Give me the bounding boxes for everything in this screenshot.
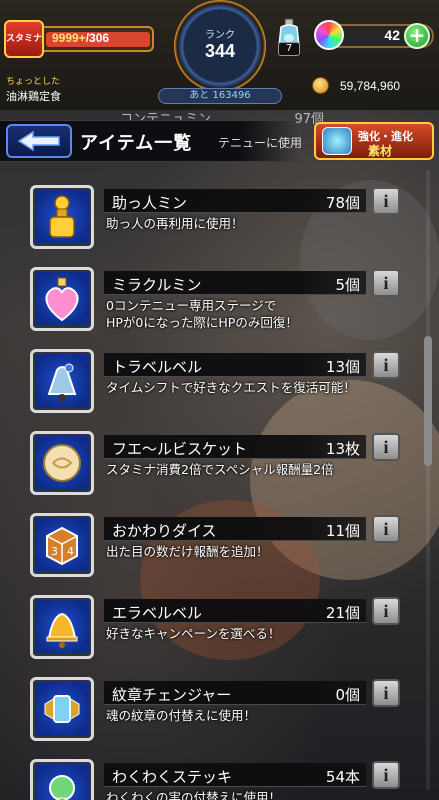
item-name: エラベルベル [112, 604, 203, 622]
list-item[interactable]: 紋章チェンジャー 0個 i 魂の紋章の付替えに使用！ [0, 667, 439, 749]
back-arrow-icon [17, 130, 60, 152]
info-button[interactable]: i [372, 351, 400, 379]
item-description: 0コンテニュー専用ステージで HPが0になった際にHPのみ回復！ [106, 298, 298, 330]
item-count: 54本 [325, 768, 360, 786]
list-item[interactable]: エラベルベル 21個 i 好きなキャンペーンを選べる！ [0, 585, 439, 667]
coin-icon [312, 77, 329, 94]
heart-potion-icon [45, 277, 79, 322]
info-button[interactable]: i [372, 679, 400, 707]
orb-icon [314, 20, 344, 50]
list-item[interactable]: 3 4 おかわりダイス 11個 i 出た目の数だけ報酬を追加！ [0, 503, 439, 585]
item-icon-frame [30, 349, 94, 413]
status-bar: スタミナ 9999+/306 ちょっとした 油淋鶏定食 ランク 344 あと 1… [0, 0, 439, 110]
item-icon-frame [30, 595, 94, 659]
item-name-bar: 助っ人ミン 78個 [104, 189, 366, 213]
item-icon-frame [30, 677, 94, 741]
stamina-current: 9999+ [52, 31, 86, 45]
item-count: 13個 [325, 358, 360, 376]
player-title: 油淋鶏定食 [6, 90, 61, 103]
potion-count: 7 [278, 42, 300, 56]
info-button[interactable]: i [372, 761, 400, 789]
item-count: 78個 [325, 194, 360, 212]
item-name-bar: おかわりダイス 11個 [104, 517, 366, 541]
item-count: 21個 [325, 604, 360, 622]
info-button[interactable]: i [372, 433, 400, 461]
item-icon-frame [30, 185, 94, 249]
info-button[interactable]: i [372, 187, 400, 215]
info-button[interactable]: i [372, 269, 400, 297]
svg-text:4: 4 [67, 545, 74, 558]
item-count: 11個 [325, 522, 360, 540]
stamina-value: 9999+/306 [52, 31, 109, 45]
list-item[interactable]: トラベルベル 13個 i タイムシフトで好きなクエストを復活可能！ [0, 339, 439, 421]
stamina-label: スタミナ [4, 20, 44, 58]
item-description: 出た目の数だけ報酬を追加！ [106, 544, 269, 559]
potion-bottle-icon [49, 195, 75, 238]
item-count: 5個 [335, 276, 360, 294]
orb-count: 42 [384, 27, 400, 43]
item-name: わくわくステッキ [112, 768, 233, 786]
item-icon-frame [30, 431, 94, 495]
item-name-bar: ミラクルミン 5個 [104, 271, 366, 295]
dice-icon: 3 4 [46, 526, 78, 566]
item-description: 好きなキャンペーンを選べる！ [106, 626, 281, 641]
item-description: 助っ人の再利用に使用！ [106, 216, 244, 231]
list-item[interactable]: 助っ人ミン 78個 i 助っ人の再利用に使用！ [0, 175, 439, 257]
item-name: フエ〜ルビスケット [112, 440, 248, 458]
evolve-material-icon [322, 127, 352, 155]
item-icon-frame: 3 4 [30, 513, 94, 577]
info-button[interactable]: i [372, 515, 400, 543]
stamina-gauge[interactable]: スタミナ 9999+/306 [4, 20, 154, 58]
evolve-material-button[interactable]: 強化・進化 素材 [314, 122, 434, 160]
item-count: 13枚 [325, 440, 360, 458]
item-name: ミラクルミン [112, 276, 202, 294]
item-name: おかわりダイス [112, 522, 217, 540]
rank-label: ランク [205, 30, 235, 41]
travel-bell-icon [47, 363, 77, 402]
biscuit-icon [43, 444, 81, 482]
item-name: 助っ人ミン [112, 194, 188, 212]
item-name: トラベルベル [112, 358, 203, 376]
rank-badge[interactable]: ランク 344 [174, 0, 266, 92]
item-name: 紋章チェンジャー [112, 686, 232, 704]
item-count: 0個 [335, 686, 360, 704]
list-item[interactable]: ミラクルミン 5個 i 0コンテニュー専用ステージで HPが0になった際にHPの… [0, 257, 439, 339]
stamina-max: /306 [85, 31, 110, 45]
item-icon-frame [30, 267, 94, 331]
rank-next-exp: あと 163496 [158, 88, 282, 104]
back-button[interactable] [6, 124, 72, 158]
item-name-bar: わくわくステッキ 54本 [104, 763, 366, 787]
rank-value: 344 [204, 41, 236, 61]
list-item[interactable]: わくわくステッキ 54本 i わくわくの実の付替えに使用！ [0, 749, 439, 800]
emblem-changer-icon [44, 695, 80, 723]
page-title: アイテム一覧 [80, 133, 193, 154]
wand-icon [49, 775, 75, 800]
item-description: わくわくの実の付替えに使用！ [106, 790, 282, 800]
item-name-bar: フエ〜ルビスケット 13枚 [104, 435, 366, 459]
item-description: タイムシフトで好きなクエストを復活可能！ [106, 380, 356, 395]
gold-bell-icon [46, 612, 78, 648]
item-description: スタミナ消費2倍でスペシャル報酬量2倍 [106, 462, 334, 477]
coin-count: 59,784,960 [340, 79, 401, 93]
item-name-bar: トラベルベル 13個 [104, 353, 366, 377]
material-label: 素材 [368, 144, 393, 158]
item-icon-frame [30, 759, 94, 800]
header-hidden-desc: テニューに使用 [218, 136, 303, 150]
list-item[interactable]: フエ〜ルビスケット 13枚 i スタミナ消費2倍でスペシャル報酬量2倍 [0, 421, 439, 503]
item-description: 魂の紋章の付替えに使用！ [106, 708, 257, 723]
item-name-bar: 紋章チェンジャー 0個 [104, 681, 366, 705]
add-orb-button[interactable]: + [404, 23, 430, 49]
svg-text:3: 3 [51, 545, 58, 558]
player-title-prefix: ちょっとした [6, 77, 61, 87]
page-header: アイテム一覧 テニューに使用 強化・進化 素材 [0, 120, 439, 162]
info-button[interactable]: i [372, 597, 400, 625]
item-name-bar: エラベルベル 21個 [104, 599, 366, 623]
